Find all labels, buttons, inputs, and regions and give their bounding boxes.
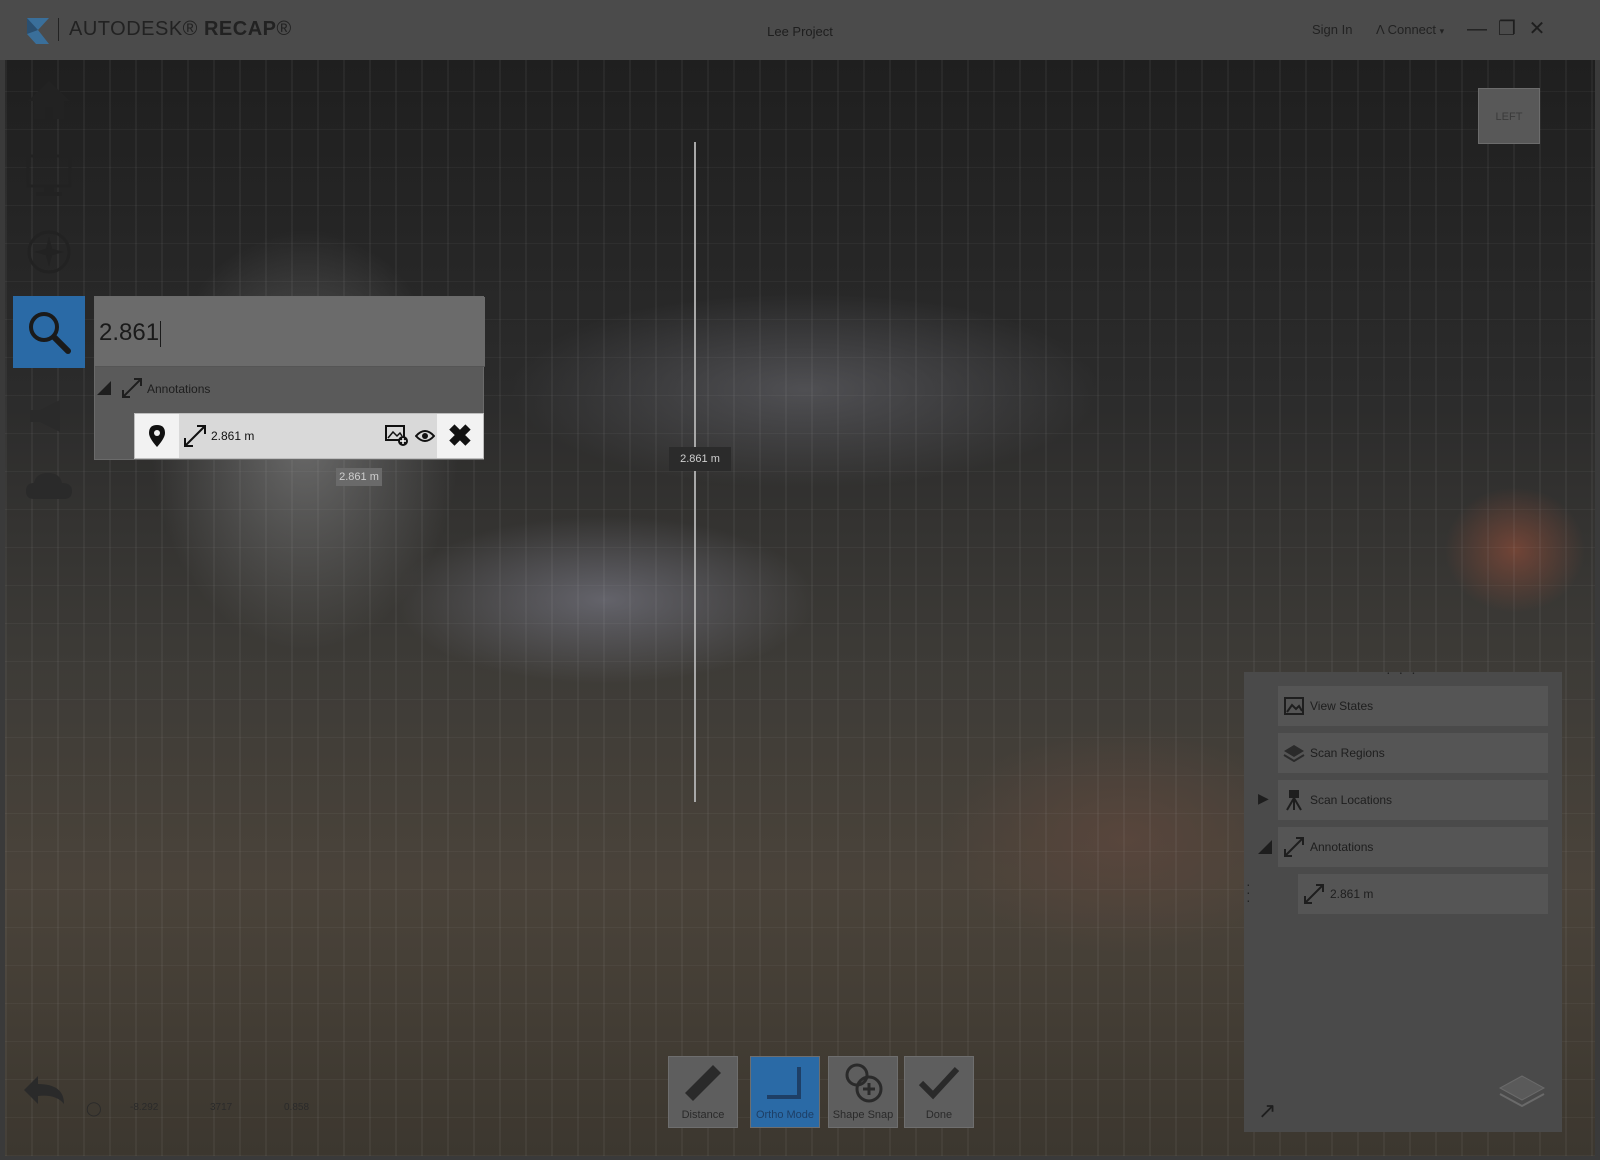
snap-icon (845, 1063, 883, 1103)
project-title: Lee Project (767, 24, 833, 39)
expand-triangle-icon[interactable]: ▶ (1258, 790, 1269, 807)
annotation-child-label: 2.861 m (1330, 887, 1374, 901)
close-window-button[interactable]: ✕ (1524, 16, 1550, 42)
search-icon (29, 312, 71, 354)
picture-icon (1284, 697, 1304, 715)
view-states-item[interactable]: View States (1278, 686, 1548, 726)
ruler-icon (685, 1065, 721, 1101)
search-result-row[interactable]: 2.861 m ✖ (134, 413, 484, 459)
display-settings-button[interactable] (13, 140, 85, 212)
minimize-button[interactable]: — (1464, 16, 1490, 42)
annotations-group-label: Annotations (147, 382, 211, 396)
home-button[interactable] (13, 64, 85, 136)
view-states-label: View States (1310, 699, 1374, 713)
cloud-button[interactable] (13, 450, 85, 522)
ortho-icon (767, 1067, 801, 1099)
text-caret (160, 320, 162, 347)
close-icon: ✖ (447, 419, 473, 453)
distance-icon (1284, 837, 1304, 857)
chevron-down-icon: ▾ (1439, 26, 1445, 36)
ortho-mode-button[interactable]: Ortho Mode (750, 1056, 820, 1128)
compass-icon (27, 230, 71, 274)
distance-icon (184, 425, 206, 447)
home-icon (28, 81, 70, 119)
shape-snap-button[interactable]: Shape Snap (828, 1056, 898, 1128)
maximize-button[interactable]: ❐ (1494, 16, 1520, 42)
autodesk-a-icon: Λ (1376, 22, 1384, 37)
monitor-icon (26, 154, 72, 196)
done-button[interactable]: Done (904, 1056, 974, 1128)
map-pin-icon (149, 425, 165, 447)
measurement-label-faded: 2.861 m (336, 468, 382, 486)
layers-stack-icon[interactable] (1498, 1074, 1546, 1110)
annotation-child-item[interactable]: 2.861 m (1298, 874, 1548, 914)
locate-button[interactable] (135, 414, 179, 458)
search-input[interactable]: 2.861 (95, 297, 485, 367)
scan-regions-label: Scan Regions (1310, 746, 1385, 760)
cloud-icon (26, 473, 72, 499)
panel-side-handle[interactable]: · · · (1246, 877, 1251, 907)
status-coord-b: 3717 (210, 1102, 233, 1113)
status-info-icon: ◯ (86, 1100, 102, 1116)
megaphone-icon (30, 400, 60, 432)
checkmark-icon (918, 1066, 960, 1100)
status-coord-a: -8.292 (130, 1102, 159, 1113)
navigation-button[interactable] (13, 216, 85, 288)
scan-regions-item[interactable]: Scan Regions (1278, 733, 1548, 773)
expand-panel-arrow-icon[interactable]: ↗ (1258, 1098, 1276, 1124)
delete-result-button[interactable]: ✖ (437, 414, 483, 458)
undo-icon[interactable] (20, 1070, 70, 1110)
add-to-view-icon[interactable] (385, 425, 409, 447)
scan-locations-label: Scan Locations (1310, 793, 1393, 807)
annotations-label: Annotations (1310, 840, 1374, 854)
title-bar: AUTODESK® RECAP® Lee Project Sign In Λ C… (0, 0, 1600, 60)
distance-icon (1304, 884, 1324, 904)
distance-icon (122, 378, 142, 398)
scan-locations-item[interactable]: Scan Locations (1278, 780, 1548, 820)
annotations-item[interactable]: Annotations (1278, 827, 1548, 867)
left-toolbar (5, 60, 90, 540)
layers-icon (1283, 745, 1305, 762)
sign-in-link[interactable]: Sign In (1312, 22, 1352, 37)
tripod-scanner-icon (1286, 790, 1302, 811)
measurement-label[interactable]: 2.861 m (669, 447, 731, 471)
search-button[interactable] (13, 296, 85, 368)
view-cube[interactable]: LEFT (1478, 88, 1540, 144)
measure-toolbar: Distance Ortho Mode Shape Snap Done (668, 1056, 978, 1128)
collapse-triangle-icon[interactable] (1258, 840, 1272, 854)
status-coord-c: 0.858 (284, 1102, 310, 1113)
annotations-group-header[interactable]: Annotations (95, 375, 485, 405)
connect-menu[interactable]: Λ Connect ▾ (1376, 22, 1444, 37)
distance-button[interactable]: Distance (668, 1056, 738, 1128)
collapse-triangle-icon (97, 381, 111, 395)
annotate-button[interactable] (13, 380, 85, 452)
result-label: 2.861 m (211, 429, 255, 443)
panel-drag-handle[interactable]: · · · (1386, 664, 1418, 680)
visibility-eye-icon[interactable] (415, 429, 435, 443)
distance-measure-line[interactable] (694, 142, 696, 802)
